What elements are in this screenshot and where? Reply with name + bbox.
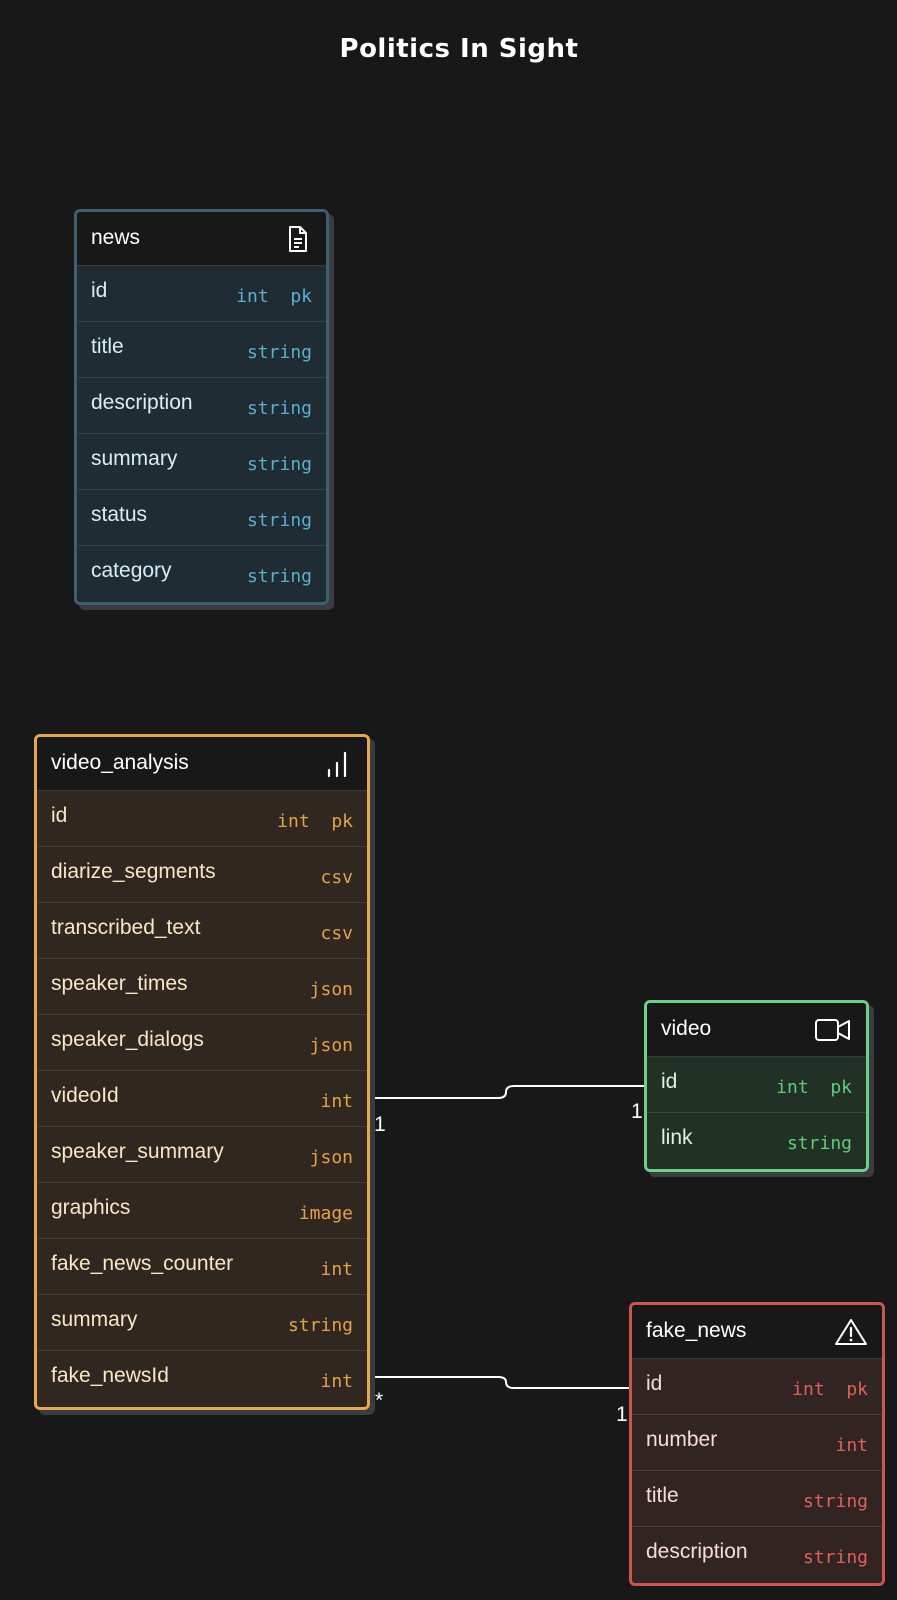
table-fake-news[interactable]: fake_news id int pk number int title string de… [629, 1302, 885, 1586]
column-name: category [91, 559, 172, 582]
column-row[interactable]: status string [77, 490, 326, 546]
column-name: title [646, 1484, 679, 1507]
column-row[interactable]: transcribed_text csv [37, 903, 367, 959]
column-row[interactable]: summary string [77, 434, 326, 490]
column-row[interactable]: videoId int [37, 1071, 367, 1127]
column-name: diarize_segments [51, 860, 216, 883]
column-type: json [309, 979, 353, 1000]
column-name: id [51, 804, 68, 827]
table-columns: id int pk number int title string description s… [632, 1359, 882, 1583]
document-icon [289, 226, 307, 252]
column-row[interactable]: summary string [37, 1295, 367, 1351]
warning-icon [835, 1319, 867, 1345]
column-name: id [646, 1372, 663, 1395]
column-row[interactable]: diarize_segments csv [37, 847, 367, 903]
column-type: string [802, 1491, 868, 1512]
column-type: string [246, 398, 312, 419]
column-type: int pk [776, 1077, 852, 1098]
cardinality-fake-newsid-from: * [375, 1389, 384, 1412]
relation-fake-newsid-to-fake-news-id [362, 1376, 636, 1389]
column-type: int pk [792, 1379, 868, 1400]
column-row[interactable]: category string [77, 546, 326, 602]
column-type: string [246, 566, 312, 587]
cardinality-videoid-from: 1 [374, 1113, 386, 1136]
column-row[interactable]: id int pk [77, 266, 326, 322]
column-row[interactable]: graphics image [37, 1183, 367, 1239]
column-type: string [287, 1315, 353, 1336]
column-type: csv [320, 923, 353, 944]
column-type: int [835, 1435, 868, 1456]
column-row[interactable]: speaker_times json [37, 959, 367, 1015]
table-columns: id int pk title string description string summ… [77, 266, 326, 602]
table-header: fake_news [632, 1305, 882, 1359]
column-name: id [91, 279, 108, 302]
column-type: string [246, 342, 312, 363]
column-name: speaker_summary [51, 1140, 224, 1163]
cardinality-fake-news-id-to: 1 [616, 1403, 628, 1426]
column-name: description [646, 1540, 748, 1563]
column-type: string [246, 454, 312, 475]
table-header: video_analysis [37, 737, 367, 791]
column-row[interactable]: description string [632, 1527, 882, 1583]
column-name: fake_newsId [51, 1364, 169, 1387]
table-header: video [647, 1003, 866, 1057]
relation-videoid-to-video-id [362, 1085, 650, 1099]
column-type: json [309, 1147, 353, 1168]
column-name: speaker_times [51, 972, 188, 995]
column-type: int pk [277, 811, 353, 832]
column-row[interactable]: id int pk [647, 1057, 866, 1113]
column-name: speaker_dialogs [51, 1028, 204, 1051]
table-name: video_analysis [51, 751, 189, 774]
column-type: string [802, 1547, 868, 1568]
column-type: json [309, 1035, 353, 1056]
column-type: string [786, 1133, 852, 1154]
column-row[interactable]: id int pk [37, 791, 367, 847]
table-news[interactable]: news id int pk title string description strin… [74, 209, 329, 605]
column-row[interactable]: title string [77, 322, 326, 378]
column-name: fake_news_counter [51, 1252, 234, 1275]
column-name: description [91, 391, 193, 414]
table-video-analysis[interactable]: video_analysis id int pk diarize_segments c… [34, 734, 370, 1410]
table-columns: id int pk link string [647, 1057, 866, 1169]
column-row[interactable]: id int pk [632, 1359, 882, 1415]
column-name: title [91, 335, 124, 358]
column-name: id [661, 1070, 678, 1093]
column-name: transcribed_text [51, 916, 201, 939]
column-type: int [320, 1371, 353, 1392]
diagram-title: Politics In Sight [339, 34, 579, 64]
table-name: video [661, 1017, 712, 1040]
column-row[interactable]: speaker_summary json [37, 1127, 367, 1183]
column-row[interactable]: number int [632, 1415, 882, 1471]
cardinality-video-id-to: 1 [631, 1100, 643, 1123]
column-type: int pk [236, 286, 312, 307]
column-name: summary [91, 447, 178, 470]
column-row[interactable]: link string [647, 1113, 866, 1169]
table-columns: id int pk diarize_segments csv transcribed_t… [37, 791, 367, 1407]
column-row[interactable]: fake_newsId int [37, 1351, 367, 1407]
column-name: summary [51, 1308, 138, 1331]
column-type: string [246, 510, 312, 531]
column-name: graphics [51, 1196, 131, 1219]
video-camera-icon [815, 1019, 850, 1041]
column-name: link [661, 1126, 693, 1149]
column-type: int [320, 1091, 353, 1112]
column-row[interactable]: description string [77, 378, 326, 434]
column-name: videoId [51, 1084, 119, 1107]
table-header: news [77, 212, 326, 266]
column-type: int [320, 1259, 353, 1280]
column-type: image [298, 1203, 353, 1224]
column-name: status [91, 503, 148, 526]
bar-chart-icon [327, 751, 347, 778]
column-row[interactable]: title string [632, 1471, 882, 1527]
column-name: number [646, 1428, 718, 1451]
table-name: fake_news [646, 1319, 747, 1342]
column-row[interactable]: speaker_dialogs json [37, 1015, 367, 1071]
table-video[interactable]: video id int pk link string [644, 1000, 869, 1172]
column-type: csv [320, 867, 353, 888]
column-row[interactable]: fake_news_counter int [37, 1239, 367, 1295]
table-name: news [91, 226, 141, 249]
